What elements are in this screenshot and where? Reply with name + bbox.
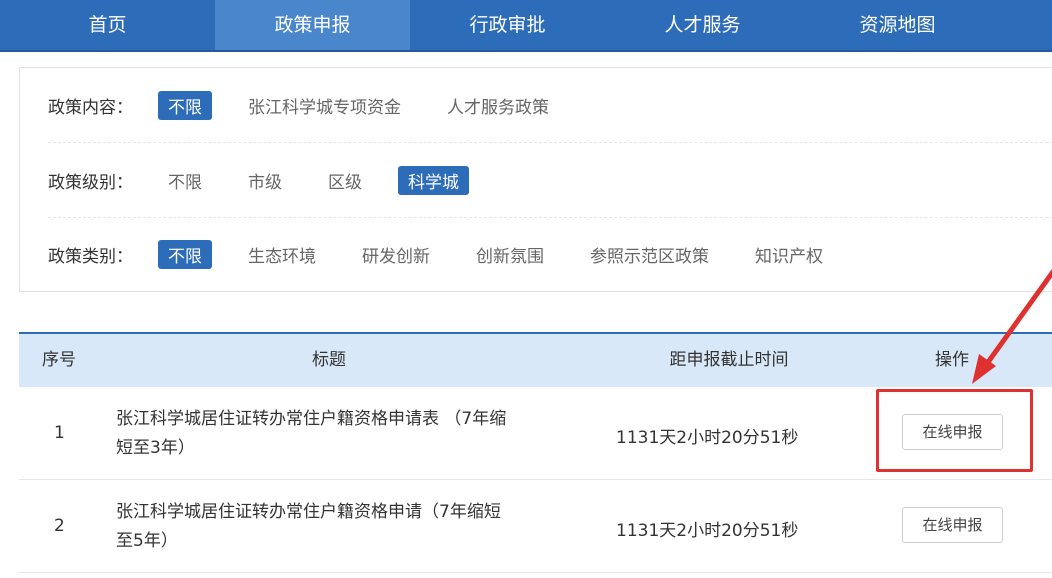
divider — [48, 142, 1052, 143]
table-row: 2 张江科学城居住证转办常住户籍资格申请（7年缩短 至5年） 1131天2小时2… — [19, 480, 1052, 573]
row-title-line: 短至3年） — [116, 438, 195, 458]
filter-option-rnd[interactable]: 研发创新 — [352, 240, 440, 269]
filter-row-category: 政策类别： 不限 生态环境 研发创新 创新氛围 参照示范区政策 知识产权 — [48, 239, 859, 269]
nav-item-resource-map[interactable]: 资源地图 — [800, 0, 995, 50]
nav-item-admin-approval[interactable]: 行政审批 — [410, 0, 605, 50]
filter-option-science-city[interactable]: 科学城 — [398, 165, 469, 195]
filter-label-level: 政策级别： — [48, 172, 133, 193]
row-title-line: 至5年） — [116, 531, 178, 551]
apply-online-button[interactable]: 在线申报 — [902, 507, 1003, 543]
filter-row-level: 政策级别： 不限 市级 区级 科学城 — [48, 165, 495, 195]
filter-option-any[interactable]: 不限 — [158, 90, 212, 120]
annotation-highlight-box — [876, 389, 1033, 472]
filter-panel: 政策内容： 不限 张江科学城专项资金 人才服务政策 政策级别： 不限 市级 区级… — [19, 67, 1052, 292]
row-title[interactable]: 张江科学城居住证转办常住户籍资格申请表 （7年缩 短至3年） — [116, 405, 556, 463]
nav-item-home[interactable]: 首页 — [0, 0, 215, 50]
nav-item-policy-application[interactable]: 政策申报 — [215, 0, 410, 50]
filter-option-city[interactable]: 市级 — [238, 166, 292, 195]
filter-option-talent-policy[interactable]: 人才服务政策 — [437, 91, 559, 120]
filter-option-any[interactable]: 不限 — [158, 239, 212, 269]
row-deadline: 1131天2小时20分51秒 — [616, 521, 799, 541]
filter-option-ecology[interactable]: 生态环境 — [238, 240, 326, 269]
row-title-line: 张江科学城居住证转办常住户籍资格申请表 （7年缩 — [116, 409, 507, 429]
filter-option-innovation-climate[interactable]: 创新氛围 — [466, 240, 554, 269]
nav-item-talent-service[interactable]: 人才服务 — [605, 0, 800, 50]
filter-label-category: 政策类别： — [48, 246, 133, 267]
header-title: 标题 — [312, 350, 346, 370]
header-index: 序号 — [42, 350, 76, 370]
filter-row-content: 政策内容： 不限 张江科学城专项资金 人才服务政策 — [48, 90, 585, 120]
filter-option-ip[interactable]: 知识产权 — [745, 240, 833, 269]
divider — [48, 217, 1052, 218]
row-title[interactable]: 张江科学城居住证转办常住户籍资格申请（7年缩短 至5年） — [116, 498, 556, 556]
filter-option-demo-zone-policy[interactable]: 参照示范区政策 — [580, 240, 719, 269]
header-action: 操作 — [935, 350, 969, 370]
filter-option-district[interactable]: 区级 — [318, 166, 372, 195]
row-deadline: 1131天2小时20分51秒 — [616, 428, 799, 448]
row-title-line: 张江科学城居住证转办常住户籍资格申请（7年缩短 — [116, 502, 501, 522]
filter-option-zhangjiang-fund[interactable]: 张江科学城专项资金 — [238, 91, 411, 120]
top-nav: 首页 政策申报 行政审批 人才服务 资源地图 — [0, 0, 1052, 52]
row-index: 2 — [54, 516, 65, 536]
filter-label-content: 政策内容： — [48, 97, 133, 118]
header-deadline: 距申报截止时间 — [669, 350, 789, 370]
row-index: 1 — [54, 423, 65, 443]
table-header: 序号 标题 距申报截止时间 操作 — [19, 332, 1052, 387]
filter-option-any[interactable]: 不限 — [158, 166, 212, 195]
